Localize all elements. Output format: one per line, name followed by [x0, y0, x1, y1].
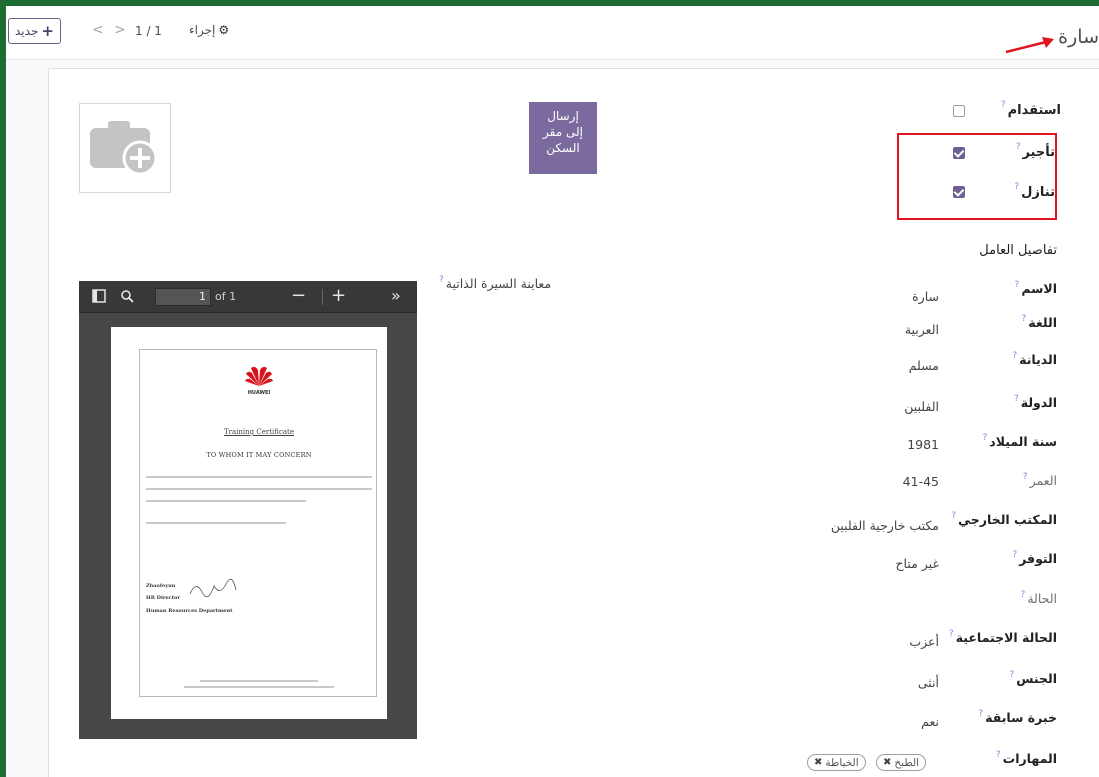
pager-value[interactable]: 1 / 1 [135, 24, 162, 38]
app-window: + جديد < > 1 / 1 ⚙ إجراء سارة إرسال إلى … [6, 6, 1099, 777]
field-value-experience[interactable]: نعم [921, 714, 939, 729]
certificate-title: Training Certificate [223, 428, 294, 436]
field-label-skills: المهارات? [995, 750, 1057, 766]
field-value-birth-year[interactable]: 1981 [907, 437, 939, 452]
form-sheet: إرسال إلى مقر السكن استقدام ? تأجير ? تن… [48, 68, 1099, 777]
field-label-experience: خبرة سابقة? [978, 709, 1057, 725]
text-line [146, 522, 286, 524]
plus-icon: + [41, 22, 54, 40]
signer-department: Human Resources Department [146, 608, 233, 614]
field-value-religion[interactable]: مسلم [909, 358, 939, 373]
zoom-in-icon[interactable]: + [331, 285, 346, 306]
help-icon[interactable]: ? [951, 511, 956, 521]
highlight-box-annotation [897, 133, 1057, 220]
pager-next-icon[interactable]: > [114, 22, 126, 38]
certificate-border: HUAWEI Training Certificate TO WHOM IT M… [139, 349, 377, 697]
page-count: of 1 [215, 290, 237, 303]
help-icon[interactable]: ? [439, 275, 444, 285]
help-icon[interactable]: ? [1012, 550, 1017, 560]
page-number-input[interactable]: 1 [155, 288, 211, 306]
sidebar-toggle-icon[interactable] [92, 289, 106, 307]
recruitment-checkbox[interactable] [953, 105, 965, 117]
help-icon[interactable]: ? [1014, 394, 1019, 404]
field-label-country: الدولة? [1013, 394, 1057, 410]
help-icon[interactable]: ? [1022, 314, 1027, 324]
help-icon[interactable]: ? [1021, 590, 1026, 600]
skill-tag: الخياطة ✖ [807, 754, 866, 771]
pdf-page: HUAWEI Training Certificate TO WHOM IT M… [111, 327, 387, 719]
text-line [146, 500, 306, 502]
field-value-availability[interactable]: غير متاح [895, 556, 939, 571]
close-icon[interactable]: ✖ [883, 757, 891, 768]
field-label: استقدام [1007, 103, 1061, 118]
cv-preview-label: معاينة السيرة الذاتية? [439, 275, 552, 291]
field-label-gender: الجنس? [1009, 670, 1057, 686]
camera-add-icon [90, 121, 158, 176]
help-icon[interactable]: ? [978, 709, 983, 719]
field-label-availability: التوفر? [1012, 550, 1057, 566]
signer-name: Zhaofeyun [146, 583, 176, 589]
skill-tag-label: الطبخ [894, 756, 920, 769]
field-value-marital-status[interactable]: أعزب [909, 634, 939, 649]
certificate-concern: TO WHOM IT MAY CONCERN [206, 451, 312, 459]
help-icon[interactable]: ? [1009, 670, 1014, 680]
footer-line [184, 686, 334, 688]
text-line [146, 476, 372, 478]
action-menu-button[interactable]: ⚙ إجراء [189, 23, 229, 37]
skill-tag-label: الخياطة [825, 756, 859, 769]
field-value-gender[interactable]: أنثى [918, 675, 939, 690]
field-recruitment: استقدام ? [1001, 100, 1061, 119]
new-button[interactable]: + جديد [8, 18, 61, 44]
close-icon[interactable]: ✖ [814, 757, 822, 768]
more-tools-icon[interactable]: » [391, 286, 401, 305]
search-icon[interactable] [120, 289, 134, 307]
zoom-out-icon[interactable]: − [291, 285, 306, 306]
field-value-foreign-office[interactable]: مكتب خارجية الفلبين [831, 518, 939, 533]
signer-title: HR Director [146, 595, 180, 601]
send-to-housing-button[interactable]: إرسال إلى مقر السكن [529, 102, 597, 174]
help-icon[interactable]: ? [983, 433, 988, 443]
help-icon[interactable]: ? [949, 629, 954, 639]
help-icon[interactable]: ? [1001, 100, 1006, 110]
send-button-line: السكن [546, 141, 580, 155]
signature-scribble [189, 578, 237, 598]
field-label-language: اللغة? [1021, 314, 1058, 330]
field-label-name: الاسم? [1014, 280, 1057, 296]
field-label-status: الحالة? [1020, 590, 1057, 606]
gear-icon: ⚙ [218, 23, 230, 37]
help-icon[interactable]: ? [1015, 280, 1020, 290]
field-label-foreign-office: المكتب الخارجي? [951, 511, 1057, 527]
red-arrow-annotation [1005, 37, 1054, 54]
send-button-line: إرسال [547, 109, 579, 123]
text-line [146, 488, 372, 490]
brand-name: HUAWEI [247, 390, 271, 396]
field-value-name[interactable]: سارة [912, 289, 939, 304]
huawei-logo [245, 366, 273, 386]
field-value-age[interactable]: 41-45 [903, 474, 939, 489]
help-icon[interactable]: ? [996, 750, 1001, 760]
section-title: تفاصيل العامل [979, 243, 1057, 258]
field-value-country[interactable]: الفلبين [904, 399, 939, 414]
field-label-birth-year: سنة الميلاد? [982, 433, 1057, 449]
skill-tag: الطبخ ✖ [876, 754, 927, 771]
help-icon[interactable]: ? [1023, 472, 1028, 482]
field-label-marital-status: الحالة الاجتماعية? [948, 629, 1057, 645]
field-label-religion: الديانة? [1012, 351, 1057, 367]
control-panel: + جديد < > 1 / 1 ⚙ إجراء سارة [6, 6, 1099, 60]
image-upload[interactable] [79, 103, 171, 193]
send-button-line: إلى مقر [543, 125, 583, 139]
pdf-viewer[interactable]: 1 of 1 − + » HUAWEI Training Certificate… [79, 281, 417, 739]
action-label: إجراء [189, 23, 216, 37]
breadcrumb: سارة [1058, 26, 1099, 48]
pdf-toolbar: 1 of 1 − + » [79, 281, 417, 313]
toolbar-divider [322, 289, 323, 305]
footer-line [200, 680, 318, 682]
field-label-age: العمر? [1022, 472, 1057, 488]
pager-prev-icon[interactable]: < [92, 22, 104, 38]
help-icon[interactable]: ? [1012, 351, 1017, 361]
new-button-label: جديد [15, 24, 39, 38]
field-value-language[interactable]: العربية [905, 322, 939, 337]
